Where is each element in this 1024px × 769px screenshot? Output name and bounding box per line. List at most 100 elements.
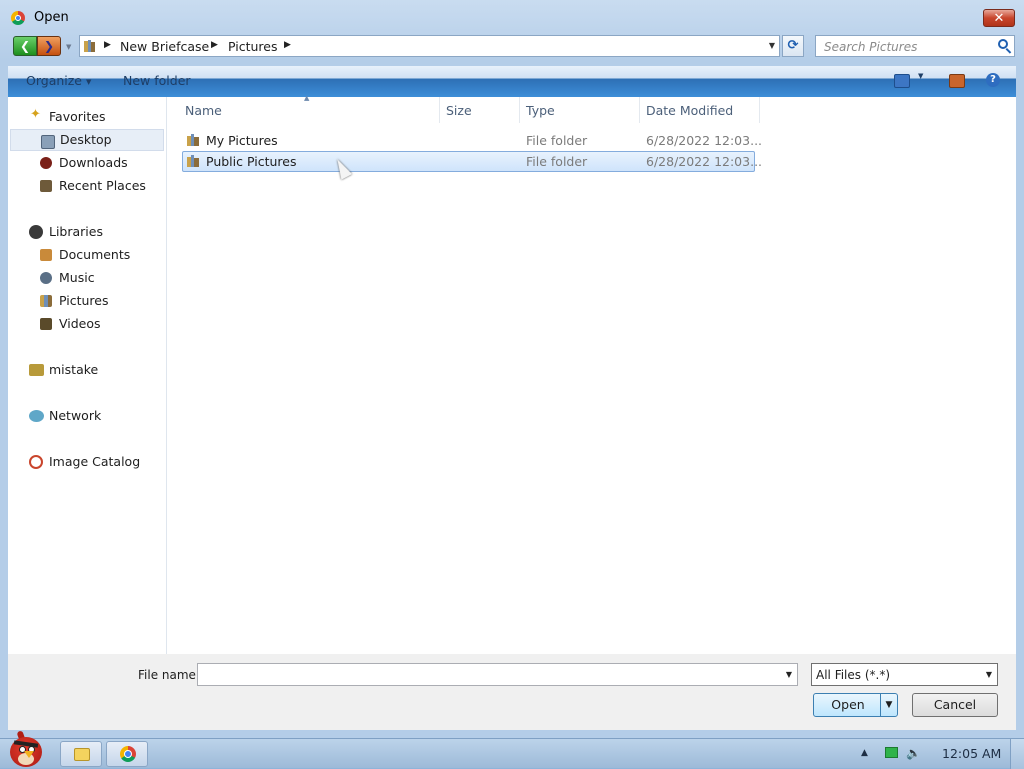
search-input[interactable]: Search Pictures: [815, 35, 1015, 57]
open-dropdown-icon[interactable]: ▼: [880, 694, 897, 716]
sidebar-item-music[interactable]: Music: [8, 267, 166, 289]
sidebar-item-label: Videos: [59, 316, 101, 331]
sidebar-item-label: Libraries: [49, 224, 103, 239]
bird-beak: [24, 751, 34, 758]
back-button[interactable]: ❮: [13, 36, 37, 56]
breadcrumb-pictures[interactable]: Pictures: [228, 39, 278, 54]
column-divider[interactable]: [759, 97, 760, 123]
sidebar-item-downloads[interactable]: Downloads: [8, 152, 166, 174]
file-list: ▲ Name Size Type Date Modified My Pictur…: [167, 94, 1016, 654]
file-type-value: All Files (*.*): [816, 668, 891, 682]
column-header-size[interactable]: Size: [446, 103, 472, 118]
sidebar-item-label: Recent Places: [59, 178, 146, 193]
libraries-icon: [29, 225, 43, 239]
view-dropdown-icon[interactable]: ▼: [918, 72, 923, 80]
pictures-icon: [40, 295, 52, 307]
sidebar-item-libraries[interactable]: Libraries: [8, 221, 166, 243]
address-bar[interactable]: ▶ New Briefcase ▶ Pictures ▶ ▼: [79, 35, 780, 57]
column-header-name[interactable]: Name: [185, 103, 222, 118]
show-desktop-button[interactable]: [1010, 739, 1024, 769]
file-type: File folder: [526, 133, 588, 148]
start-button[interactable]: [4, 730, 46, 769]
dialog-footer: File name: ▼ All Files (*.*) ▼ Open ▼ Ca…: [8, 654, 1016, 730]
sidebar-item-network[interactable]: Network: [8, 405, 166, 427]
open-label: Open: [831, 697, 865, 712]
sidebar-item-label: Image Catalog: [49, 454, 141, 469]
chrome-icon: [11, 11, 25, 25]
network-tray-icon[interactable]: [885, 747, 898, 758]
documents-icon: [40, 249, 52, 261]
sidebar-item-label: mistake: [49, 362, 99, 377]
sidebar-item-desktop[interactable]: Desktop: [10, 129, 164, 151]
chevron-down-icon: ▼: [985, 670, 992, 679]
file-date: 6/28/2022 12:03...: [646, 133, 763, 148]
recent-places-icon: [40, 180, 52, 192]
open-button[interactable]: Open ▼: [813, 693, 898, 717]
recent-pages-dropdown-icon[interactable]: ▼: [66, 43, 71, 51]
sidebar-item-label: Desktop: [60, 132, 112, 147]
file-name-label: File name:: [138, 668, 200, 682]
organize-button[interactable]: Organize ▼: [26, 73, 91, 88]
music-icon: [40, 272, 52, 284]
breadcrumb-separator-icon[interactable]: ▶: [211, 40, 218, 50]
cancel-button[interactable]: Cancel: [912, 693, 998, 717]
column-divider[interactable]: [639, 97, 640, 123]
sort-ascending-icon: ▲: [304, 94, 310, 102]
help-icon[interactable]: ?: [986, 73, 1000, 87]
clock[interactable]: 12:05 AM: [942, 746, 1001, 761]
close-button[interactable]: ✕: [983, 9, 1015, 27]
pictures-folder-icon: [187, 134, 199, 146]
videos-icon: [40, 318, 52, 330]
breadcrumb-separator-icon[interactable]: ▶: [104, 40, 111, 50]
column-header-date-modified[interactable]: Date Modified: [646, 103, 733, 118]
sidebar-item-label: Favorites: [49, 109, 106, 124]
sidebar-item-videos[interactable]: Videos: [8, 313, 166, 335]
address-dropdown-icon[interactable]: ▼: [769, 41, 775, 50]
taskbar: ▲ 🔈 12:05 AM: [0, 730, 1024, 769]
sidebar-item-label: Documents: [59, 247, 131, 262]
taskbar-chrome-button[interactable]: [106, 741, 148, 767]
file-row-my-pictures[interactable]: My Pictures File folder 6/28/2022 12:03.…: [182, 130, 762, 151]
downloads-icon: [40, 157, 52, 169]
change-view-icon[interactable]: [894, 74, 910, 88]
new-folder-button[interactable]: New folder: [123, 73, 191, 88]
sidebar-item-label: Pictures: [59, 293, 109, 308]
sidebar-item-label: Downloads: [59, 155, 128, 170]
folder-icon: [74, 748, 90, 761]
breadcrumb-new-briefcase[interactable]: New Briefcase: [120, 39, 209, 54]
navigation-pane: ✦ Favorites Desktop Downloads Recent Pla…: [8, 97, 167, 654]
homegroup-icon: [29, 364, 44, 376]
sidebar-item-documents[interactable]: Documents: [8, 244, 166, 266]
pictures-library-icon: [84, 40, 95, 52]
preview-pane-icon[interactable]: [949, 74, 965, 88]
sidebar-item-pictures[interactable]: Pictures: [8, 290, 166, 312]
file-name-dropdown-icon[interactable]: ▼: [786, 670, 792, 679]
forward-button[interactable]: ❯: [37, 36, 61, 56]
sidebar-item-image-catalog[interactable]: Image Catalog: [8, 451, 166, 473]
pictures-folder-icon: [187, 155, 199, 167]
desktop-icon: [41, 135, 55, 149]
column-divider[interactable]: [439, 97, 440, 123]
chevron-down-icon: ▼: [86, 77, 92, 86]
search-icon[interactable]: [998, 39, 1008, 49]
nav-buttons: ❮ ❯: [13, 36, 63, 56]
title-bar: Open ✕: [0, 0, 1024, 34]
command-bar: Organize ▼ New folder ▼ ?: [8, 66, 1016, 97]
sidebar-item-label: Music: [59, 270, 95, 285]
show-hidden-icons-icon[interactable]: ▲: [861, 748, 868, 758]
volume-icon[interactable]: 🔈: [906, 746, 921, 760]
taskbar-explorer-button[interactable]: [60, 741, 102, 767]
sidebar-item-recent-places[interactable]: Recent Places: [8, 175, 166, 197]
address-row: ❮ ❯ ▼ ▶ New Briefcase ▶ Pictures ▶ ▼ ⟳ S…: [0, 34, 1024, 60]
file-type-select[interactable]: All Files (*.*) ▼: [811, 663, 998, 686]
column-header-type[interactable]: Type: [526, 103, 555, 118]
refresh-button[interactable]: ⟳: [782, 35, 804, 57]
window-title: Open: [34, 10, 69, 25]
breadcrumb-separator-icon[interactable]: ▶: [284, 40, 291, 50]
sidebar-item-homegroup[interactable]: mistake: [8, 359, 166, 381]
file-row-public-pictures[interactable]: Public Pictures File folder 6/28/2022 12…: [182, 151, 762, 172]
file-name-input[interactable]: ▼: [197, 663, 798, 686]
column-divider[interactable]: [519, 97, 520, 123]
sidebar-item-favorites[interactable]: ✦ Favorites: [8, 106, 166, 128]
file-name: My Pictures: [206, 133, 278, 148]
